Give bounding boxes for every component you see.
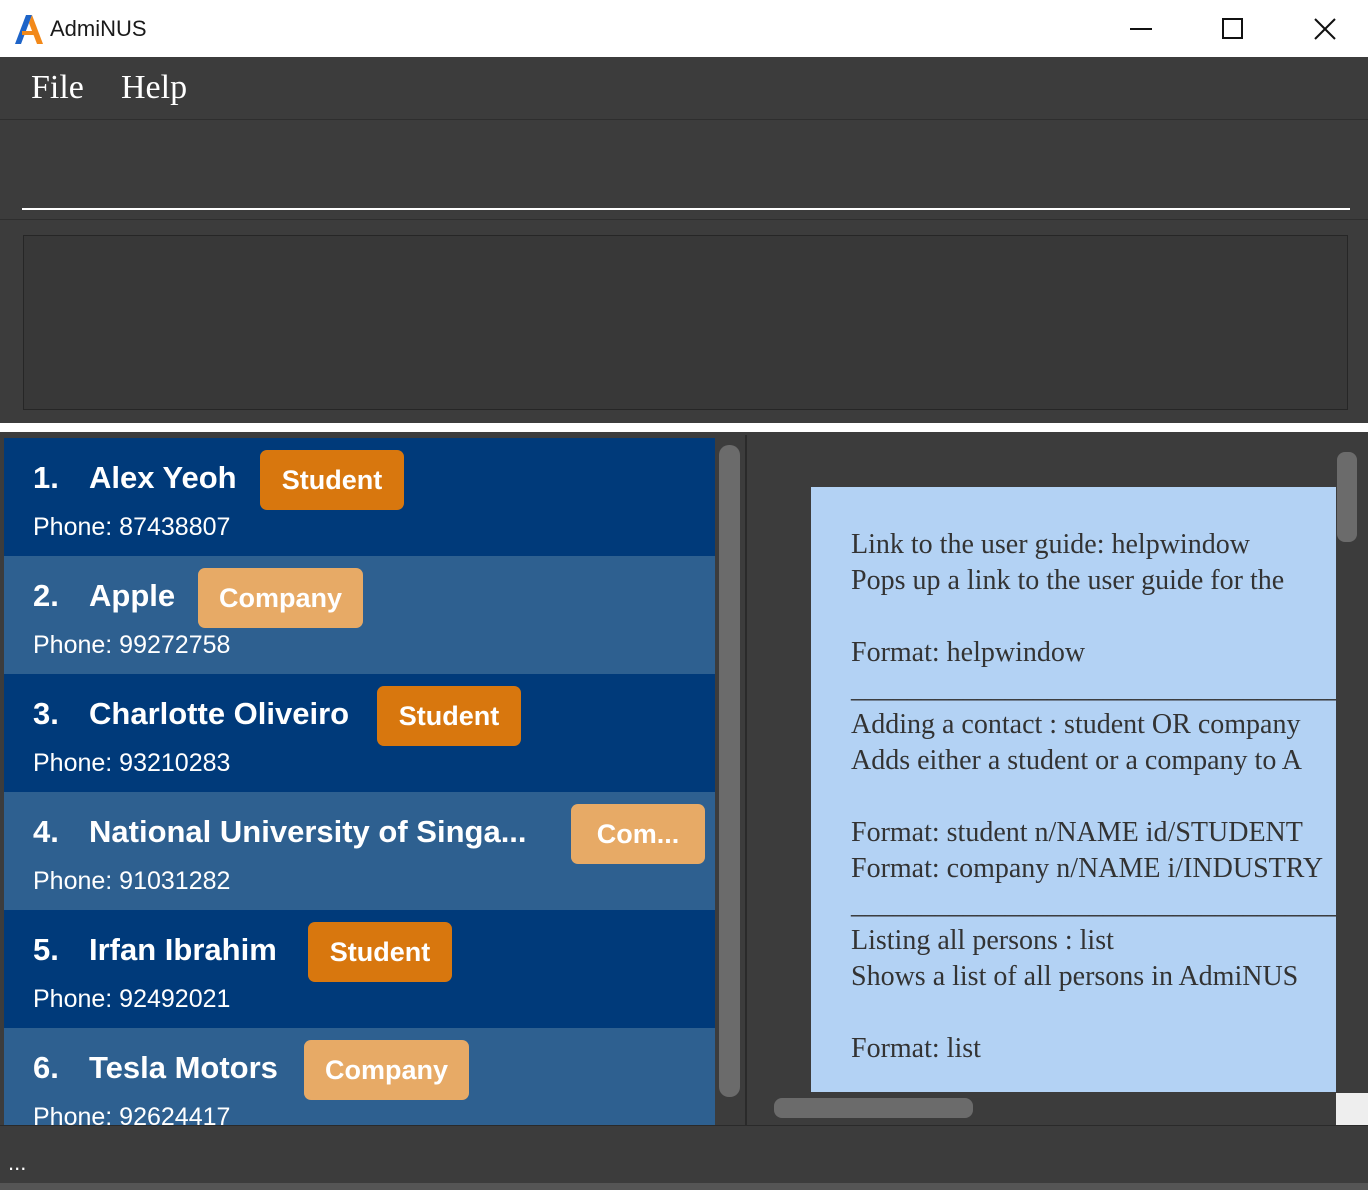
person-name: Irfan Ibrahim [89,932,277,967]
person-tag: Company [198,568,363,628]
help-text: Link to the user guide: helpwindow Pops … [851,527,1336,1067]
person-index: 1. [33,460,59,495]
help-line: _______________________________________ [851,673,1336,704]
minimize-icon [1130,27,1152,30]
person-list[interactable]: 1. Alex Yeoh Student Phone: 87438807 2. … [0,435,746,1125]
person-tag: Com... [571,804,705,864]
person-name: Charlotte Oliveiro [89,696,350,731]
person-name: Tesla Motors [89,1050,278,1085]
maximize-icon [1222,17,1243,39]
command-input[interactable] [22,120,1350,210]
help-line: Format: student n/NAME id/STUDENT [851,817,1303,848]
person-card[interactable]: 2. Apple Company Phone: 99272758 [4,556,715,674]
result-display[interactable] [23,235,1348,410]
person-phone: Phone: 91031282 [33,867,231,895]
person-index: 3. [33,696,59,731]
menu-file[interactable]: File [31,69,84,107]
help-content: Link to the user guide: helpwindow Pops … [811,487,1336,1092]
person-list-scrollbar[interactable] [719,445,740,1097]
help-line: Format: helpwindow [851,637,1086,668]
result-display-area [0,221,1368,423]
person-index: 6. [33,1050,59,1085]
status-bar: ... [0,1125,1368,1190]
help-line: Adds either a student or a company to A [851,745,1303,776]
menu-bar: File Help [0,57,1368,119]
person-phone: Phone: 92492021 [33,985,231,1013]
person-card[interactable]: 3. Charlotte Oliveiro Student Phone: 932… [4,674,715,792]
person-index: 4. [33,814,59,849]
person-card[interactable]: 4. National University of Singa... Com..… [4,792,715,910]
person-tag: Student [308,922,452,982]
person-card[interactable]: 5. Irfan Ibrahim Student Phone: 92492021 [4,910,715,1028]
person-index: 2. [33,578,59,613]
help-line: Format: company n/NAME i/INDUSTRY [851,853,1324,884]
status-strip [0,1183,1368,1190]
help-line: Pops up a link to the user guide for the [851,565,1285,596]
command-box [0,119,1368,220]
minimize-button[interactable] [1095,0,1187,57]
help-line: Listing all persons : list [851,925,1114,956]
close-button[interactable] [1279,0,1368,57]
person-phone: Phone: 93210283 [33,749,231,777]
person-tag: Student [260,450,404,510]
person-name: Apple [89,578,176,613]
title-bar: AdmiNUS [0,0,1368,57]
help-line: _______________________________________ [851,889,1336,920]
help-line: Link to the user guide: helpwindow [851,529,1250,560]
help-line: Adding a contact : student OR company [851,709,1301,740]
person-name: Alex Yeoh [89,460,237,495]
help-vertical-scrollbar[interactable] [1337,452,1357,542]
person-card[interactable]: 1. Alex Yeoh Student Phone: 87438807 [4,438,715,556]
window-title: AdmiNUS [50,16,147,41]
scrollbar-corner [1336,1093,1368,1125]
person-tag: Company [304,1040,469,1100]
status-text: ... [8,1150,27,1175]
help-line: Format: list [851,1033,981,1064]
app-logo-icon [15,15,43,44]
help-panel[interactable]: Link to the user guide: helpwindow Pops … [747,435,1368,1125]
help-line: Shows a list of all persons in AdmiNUS [851,961,1299,992]
section-divider [0,423,1368,435]
person-phone: Phone: 99272758 [33,631,231,659]
person-phone: Phone: 92624417 [33,1103,231,1125]
person-name: National University of Singa... [89,814,527,849]
person-card[interactable]: 6. Tesla Motors Company Phone: 92624417 [4,1028,715,1125]
maximize-button[interactable] [1187,0,1279,57]
help-horizontal-scrollbar[interactable] [774,1098,973,1118]
menu-help[interactable]: Help [121,69,187,107]
person-index: 5. [33,932,59,967]
close-icon [1314,17,1336,40]
person-phone: Phone: 87438807 [33,513,231,541]
person-tag: Student [377,686,521,746]
